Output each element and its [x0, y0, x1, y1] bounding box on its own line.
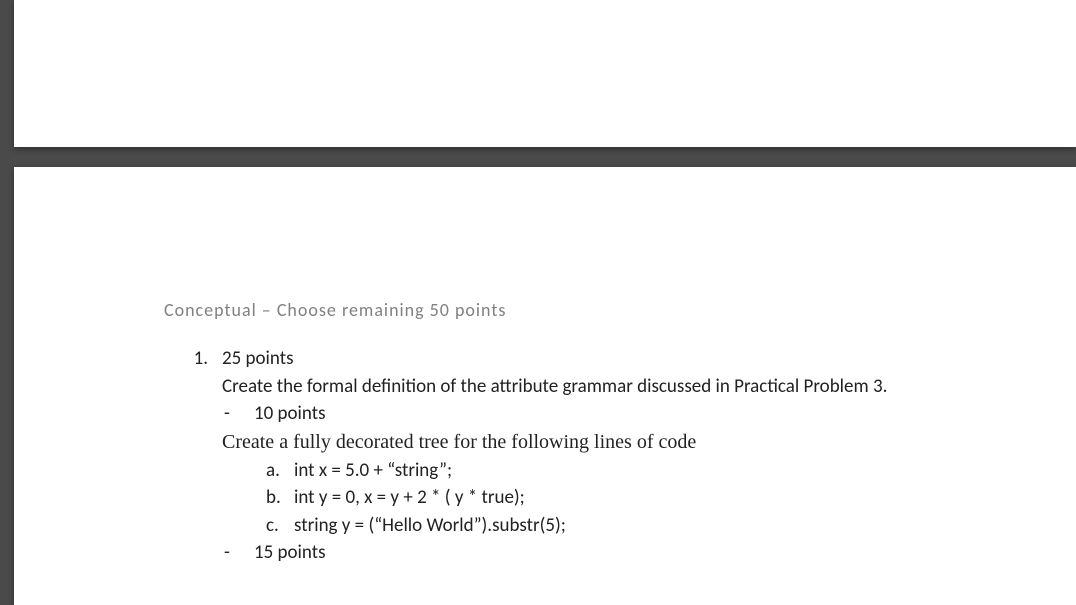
subpoints-2: - 15 points [222, 539, 1056, 567]
section-header: Conceptual – Choose remaining 50 points [164, 297, 1056, 323]
dash-icon: - [222, 400, 254, 428]
question-points: 25 points [222, 345, 1056, 373]
item-letter: b. [266, 484, 294, 512]
question-body: 25 points Create the formal definition o… [222, 345, 1056, 567]
question-1: 1. 25 points Create the formal definitio… [164, 345, 1056, 567]
code-list: a. int x = 5.0 + “string”; b. int y = 0,… [222, 457, 1056, 540]
subpoints-1-text: 10 points [254, 400, 326, 428]
code-item-c: c. string y = (“Hello World”).substr(5); [266, 512, 1056, 540]
document-viewport: Conceptual – Choose remaining 50 points … [0, 0, 1076, 605]
page-content: Conceptual – Choose remaining 50 points … [164, 297, 1056, 567]
subpoints-1: - 10 points [222, 400, 1056, 428]
page-current: Conceptual – Choose remaining 50 points … [14, 167, 1076, 605]
code-item-a: a. int x = 5.0 + “string”; [266, 457, 1056, 485]
item-letter: a. [266, 457, 294, 485]
question-number: 1. [164, 345, 222, 567]
item-letter: c. [266, 512, 294, 540]
dash-icon: - [222, 539, 254, 567]
page-previous [14, 0, 1076, 147]
item-code: int x = 5.0 + “string”; [294, 457, 452, 485]
question-prompt-tree: Create a fully decorated tree for the fo… [222, 428, 1056, 457]
item-code: string y = (“Hello World”).substr(5); [294, 512, 566, 540]
question-prompt-main: Create the formal definition of the attr… [222, 373, 1056, 401]
subpoints-2-text: 15 points [254, 539, 326, 567]
item-code: int y = 0, x = y + 2 * ( y * true); [294, 484, 525, 512]
code-item-b: b. int y = 0, x = y + 2 * ( y * true); [266, 484, 1056, 512]
